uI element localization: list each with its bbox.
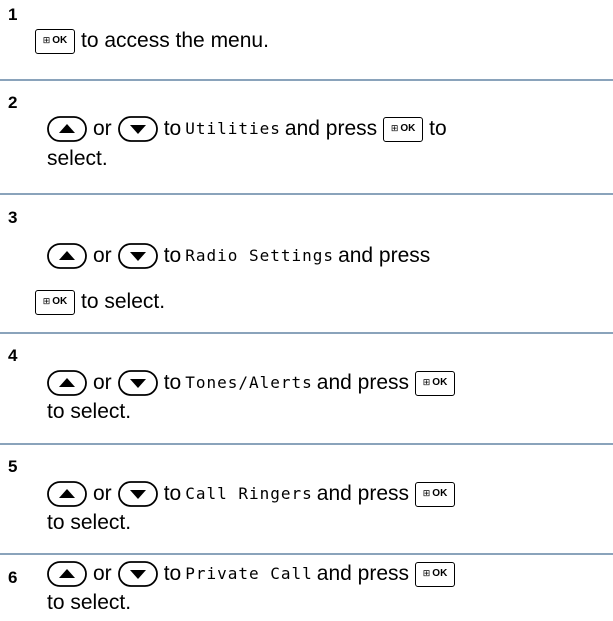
step-line: to select. bbox=[47, 398, 131, 426]
step-text: or bbox=[93, 244, 112, 267]
step-line: or to Call Ringers and press ⊞ OK bbox=[47, 480, 456, 508]
step-line: to select. bbox=[47, 509, 131, 537]
menu-item-name: Private Call bbox=[185, 564, 313, 583]
step-text: and press bbox=[284, 117, 378, 140]
ok-key-icon: ⊞ OK bbox=[383, 116, 424, 142]
step-line: or to Private Call and press ⊞ OK bbox=[47, 560, 456, 588]
divider bbox=[0, 443, 613, 445]
up-arrow-key-icon bbox=[47, 370, 87, 396]
ok-key-icon: ⊞ OK bbox=[35, 289, 75, 315]
step-text: or bbox=[93, 482, 112, 505]
up-arrow-key-icon bbox=[47, 561, 87, 587]
step-text: select. bbox=[47, 147, 108, 170]
step-text: to bbox=[163, 117, 182, 140]
step-number: 3 bbox=[8, 208, 18, 227]
down-arrow-key-icon bbox=[117, 116, 158, 142]
menu-item-name: Call Ringers bbox=[185, 484, 313, 503]
ok-key-icon: ⊞ OK bbox=[415, 481, 456, 507]
up-arrow-key-icon bbox=[47, 116, 87, 142]
step-text: to bbox=[163, 562, 182, 585]
step-text: or bbox=[93, 371, 112, 394]
step-text: to bbox=[429, 117, 447, 140]
step-text: to access the menu. bbox=[81, 29, 269, 52]
step-line: or to Radio Settings and press bbox=[47, 242, 430, 270]
step-text: or bbox=[93, 117, 112, 140]
step-text: to bbox=[163, 482, 182, 505]
divider bbox=[0, 193, 613, 195]
step-line: select. bbox=[47, 145, 108, 173]
divider bbox=[0, 332, 613, 334]
down-arrow-key-icon bbox=[117, 243, 158, 269]
step-text: and press bbox=[316, 562, 410, 585]
divider bbox=[0, 553, 613, 555]
down-arrow-key-icon bbox=[117, 481, 158, 507]
down-arrow-key-icon bbox=[117, 561, 158, 587]
step-line: to select. bbox=[47, 589, 131, 617]
step-text: and press bbox=[316, 482, 410, 505]
menu-item-name: Tones/Alerts bbox=[185, 373, 313, 392]
step-number: 1 bbox=[8, 5, 18, 24]
up-arrow-key-icon bbox=[47, 243, 87, 269]
step-line: or to Utilities and press ⊞ OK to bbox=[47, 115, 447, 143]
step-number: 6 bbox=[8, 568, 18, 587]
step-line: or to Tones/Alerts and press ⊞ OK bbox=[47, 369, 456, 397]
step-text: to select. bbox=[47, 591, 132, 614]
down-arrow-key-icon bbox=[117, 370, 158, 396]
step-text: to select. bbox=[47, 400, 132, 423]
divider bbox=[0, 79, 613, 81]
menu-item-name: Radio Settings bbox=[185, 246, 335, 265]
step-text: to bbox=[163, 371, 182, 394]
step-text: to select. bbox=[47, 511, 132, 534]
step-number: 5 bbox=[8, 457, 18, 476]
step-line: ⊞ OK to access the menu. bbox=[35, 27, 269, 55]
up-arrow-key-icon bbox=[47, 481, 87, 507]
step-text: and press bbox=[316, 371, 410, 394]
step-text: and press bbox=[338, 244, 431, 267]
menu-item-name: Utilities bbox=[185, 119, 281, 138]
ok-key-icon: ⊞ OK bbox=[415, 370, 456, 396]
step-text: to select. bbox=[81, 290, 166, 313]
step-text: or bbox=[93, 562, 112, 585]
ok-key-icon: ⊞ OK bbox=[35, 28, 75, 54]
step-line: ⊞ OK to select. bbox=[35, 288, 165, 316]
step-text: to bbox=[163, 244, 182, 267]
step-number: 4 bbox=[8, 346, 18, 365]
step-number: 2 bbox=[8, 93, 18, 112]
ok-key-icon: ⊞ OK bbox=[415, 561, 456, 587]
